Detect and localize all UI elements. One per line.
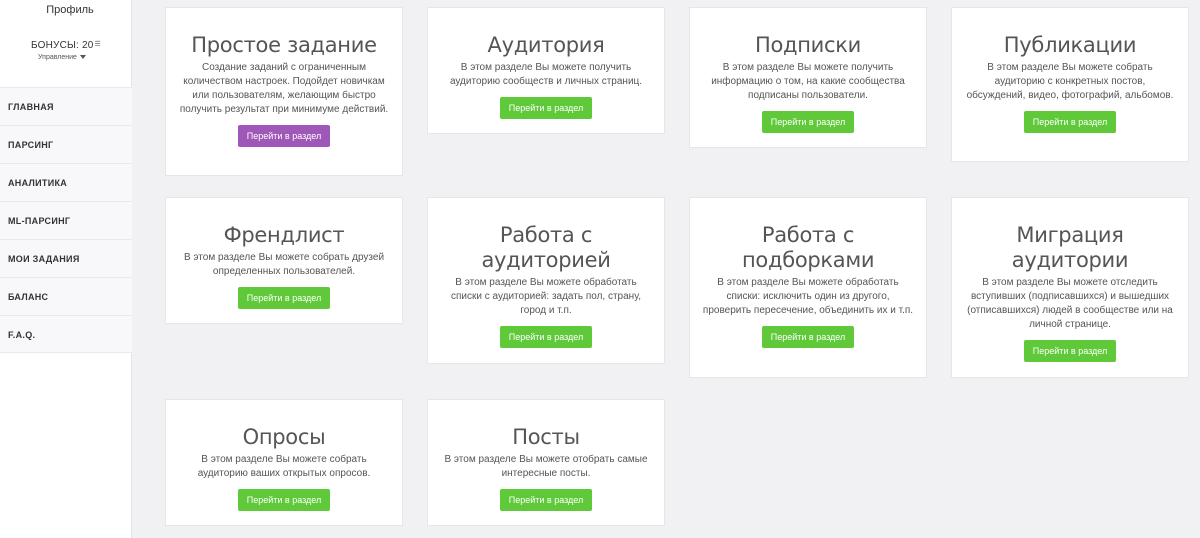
go-to-section-button[interactable]: Перейти в раздел (1023, 111, 1117, 133)
card-description: В этом разделе Вы можете обработать спис… (702, 277, 914, 316)
manage-dropdown[interactable]: Управление (0, 54, 124, 61)
card-title: Подписки (754, 33, 861, 57)
card-friendlist: Френдлист В этом разделе Вы можете собра… (165, 197, 403, 324)
sidebar-item-my-tasks[interactable]: МОИ ЗАДАНИЯ (0, 239, 132, 277)
card-description: В этом разделе Вы можете отобрать самые … (444, 454, 648, 479)
card-posts: Посты В этом разделе Вы можете отобрать … (427, 399, 665, 526)
manage-label: Управление (38, 54, 77, 61)
go-to-section-button[interactable]: Перейти в раздел (237, 287, 331, 309)
card-title: Простое задание (191, 33, 377, 57)
card-description: В этом разделе Вы можете обработать спис… (451, 277, 641, 316)
caret-down-icon (79, 55, 86, 60)
card-description: В этом разделе Вы можете получить аудито… (449, 62, 643, 87)
sidebar-item-parsing[interactable]: ПАРСИНГ (0, 125, 132, 163)
go-to-section-button[interactable]: Перейти в раздел (761, 111, 855, 133)
sidebar-item-balance[interactable]: БАЛАНС (0, 277, 132, 315)
card-simple-task: Простое задание Создание заданий с огран… (165, 7, 403, 176)
card-description: В этом разделе Вы можете собрать друзей … (183, 252, 385, 277)
go-to-section-button[interactable]: Перейти в раздел (499, 326, 593, 348)
card-description: В этом разделе Вы можете отследить вступ… (967, 277, 1173, 330)
sidebar-item-faq[interactable]: F.A.Q. (0, 315, 132, 353)
go-to-section-button[interactable]: Перейти в раздел (499, 489, 593, 511)
card-title: Работа с аудиторией (481, 223, 611, 272)
sidebar-item-analytics[interactable]: АНАЛИТИКА (0, 163, 132, 201)
sidebar-item-ml-parsing[interactable]: ML-ПАРСИНГ (0, 201, 132, 239)
go-to-section-button[interactable]: Перейти в раздел (237, 125, 331, 147)
sidebar-nav: ГЛАВНАЯ ПАРСИНГ АНАЛИТИКА ML-ПАРСИНГ МОИ… (0, 87, 132, 353)
go-to-section-button[interactable]: Перейти в раздел (499, 97, 593, 119)
card-subscriptions: Подписки В этом разделе Вы можете получи… (689, 7, 927, 148)
coin-icon: ☰ (94, 41, 102, 48)
card-description: В этом разделе Вы можете собрать аудитор… (966, 62, 1174, 101)
card-description: В этом разделе Вы можете собрать аудитор… (197, 454, 371, 479)
sidebar-item-main[interactable]: ГЛАВНАЯ (0, 87, 132, 125)
card-audience-work: Работа с аудиторией В этом разделе Вы мо… (427, 197, 665, 364)
card-title: Публикации (1003, 33, 1137, 57)
card-publications: Публикации В этом разделе Вы можете собр… (951, 7, 1189, 162)
card-title: Френдлист (223, 223, 345, 247)
card-title: Миграция аудитории (1011, 223, 1129, 272)
card-title: Посты (512, 425, 580, 449)
card-audience-migration: Миграция аудитории В этом разделе Вы мож… (951, 197, 1189, 378)
sidebar: Профиль БОНУСЫ: 20☰ Управление ГЛАВНАЯ П… (0, 0, 132, 538)
card-polls: Опросы В этом разделе Вы можете собрать … (165, 399, 403, 526)
bonus-balance: БОНУСЫ: 20☰ (0, 40, 132, 51)
bonus-label: БОНУСЫ: 20 (30, 40, 94, 51)
card-collections-work: Работа с подборками В этом разделе Вы мо… (689, 197, 927, 378)
card-description: В этом разделе Вы можете получить информ… (711, 62, 905, 101)
card-description: Создание заданий с ограниченным количест… (179, 62, 389, 115)
card-title: Работа с подборками (742, 223, 875, 272)
go-to-section-button[interactable]: Перейти в раздел (237, 489, 331, 511)
card-title: Опросы (242, 425, 326, 449)
card-title: Аудитория (487, 33, 605, 57)
card-audience: Аудитория В этом разделе Вы можете получ… (427, 7, 665, 134)
profile-link[interactable]: Профиль (0, 4, 140, 16)
go-to-section-button[interactable]: Перейти в раздел (1023, 340, 1117, 362)
go-to-section-button[interactable]: Перейти в раздел (761, 326, 855, 348)
